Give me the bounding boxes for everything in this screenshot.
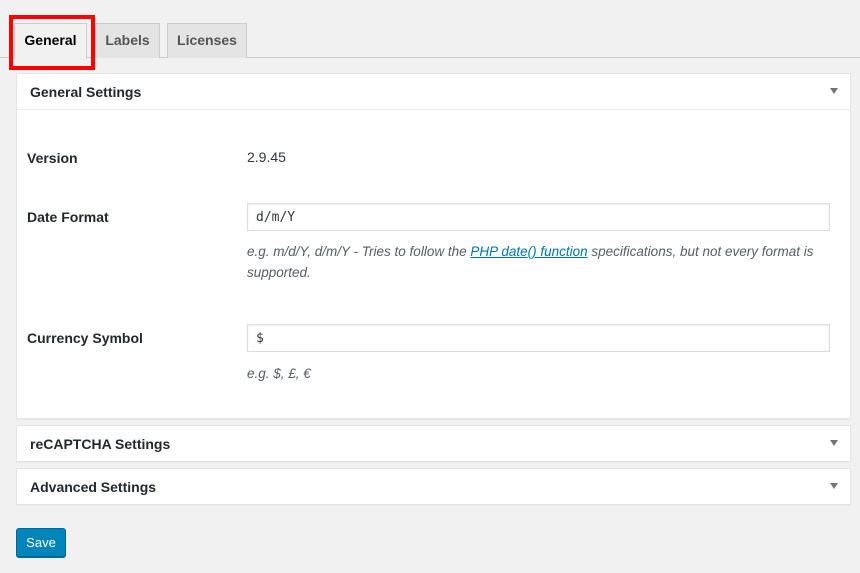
date-format-label: Date Format [27,209,109,225]
advanced-settings-header[interactable]: Advanced Settings [17,469,850,505]
version-value: 2.9.45 [247,149,286,165]
advanced-settings-panel: Advanced Settings [16,468,851,505]
date-format-description: e.g. m/d/Y, d/m/Y - Tries to follow the … [247,241,837,283]
settings-tabs: General Labels Licenses [0,0,860,59]
panel-title: reCAPTCHA Settings [30,436,171,452]
php-date-function-link[interactable]: PHP date() function [470,244,587,259]
date-format-desc-prefix: e.g. m/d/Y, d/m/Y - Tries to follow the [247,244,471,259]
recaptcha-settings-header[interactable]: reCAPTCHA Settings [17,426,850,462]
save-button[interactable]: Save [16,528,66,557]
general-settings-header[interactable]: General Settings [17,74,850,110]
panel-title: General Settings [30,84,142,100]
currency-symbol-input[interactable] [247,324,830,352]
triangle-down-icon[interactable] [830,483,838,489]
triangle-down-icon[interactable] [830,440,838,446]
version-label: Version [27,150,78,166]
currency-symbol-description: e.g. $, £, € [247,366,311,381]
panel-title: Advanced Settings [30,479,157,495]
tab-licenses[interactable]: Licenses [167,23,247,58]
general-settings-panel: General Settings Version 2.9.45 Date For… [16,73,851,419]
triangle-down-icon[interactable] [830,88,838,94]
date-format-input[interactable] [247,203,830,231]
tab-general[interactable]: General [14,23,87,59]
currency-symbol-label: Currency Symbol [27,330,143,346]
recaptcha-settings-panel: reCAPTCHA Settings [16,425,851,462]
tab-labels[interactable]: Labels [95,23,160,58]
